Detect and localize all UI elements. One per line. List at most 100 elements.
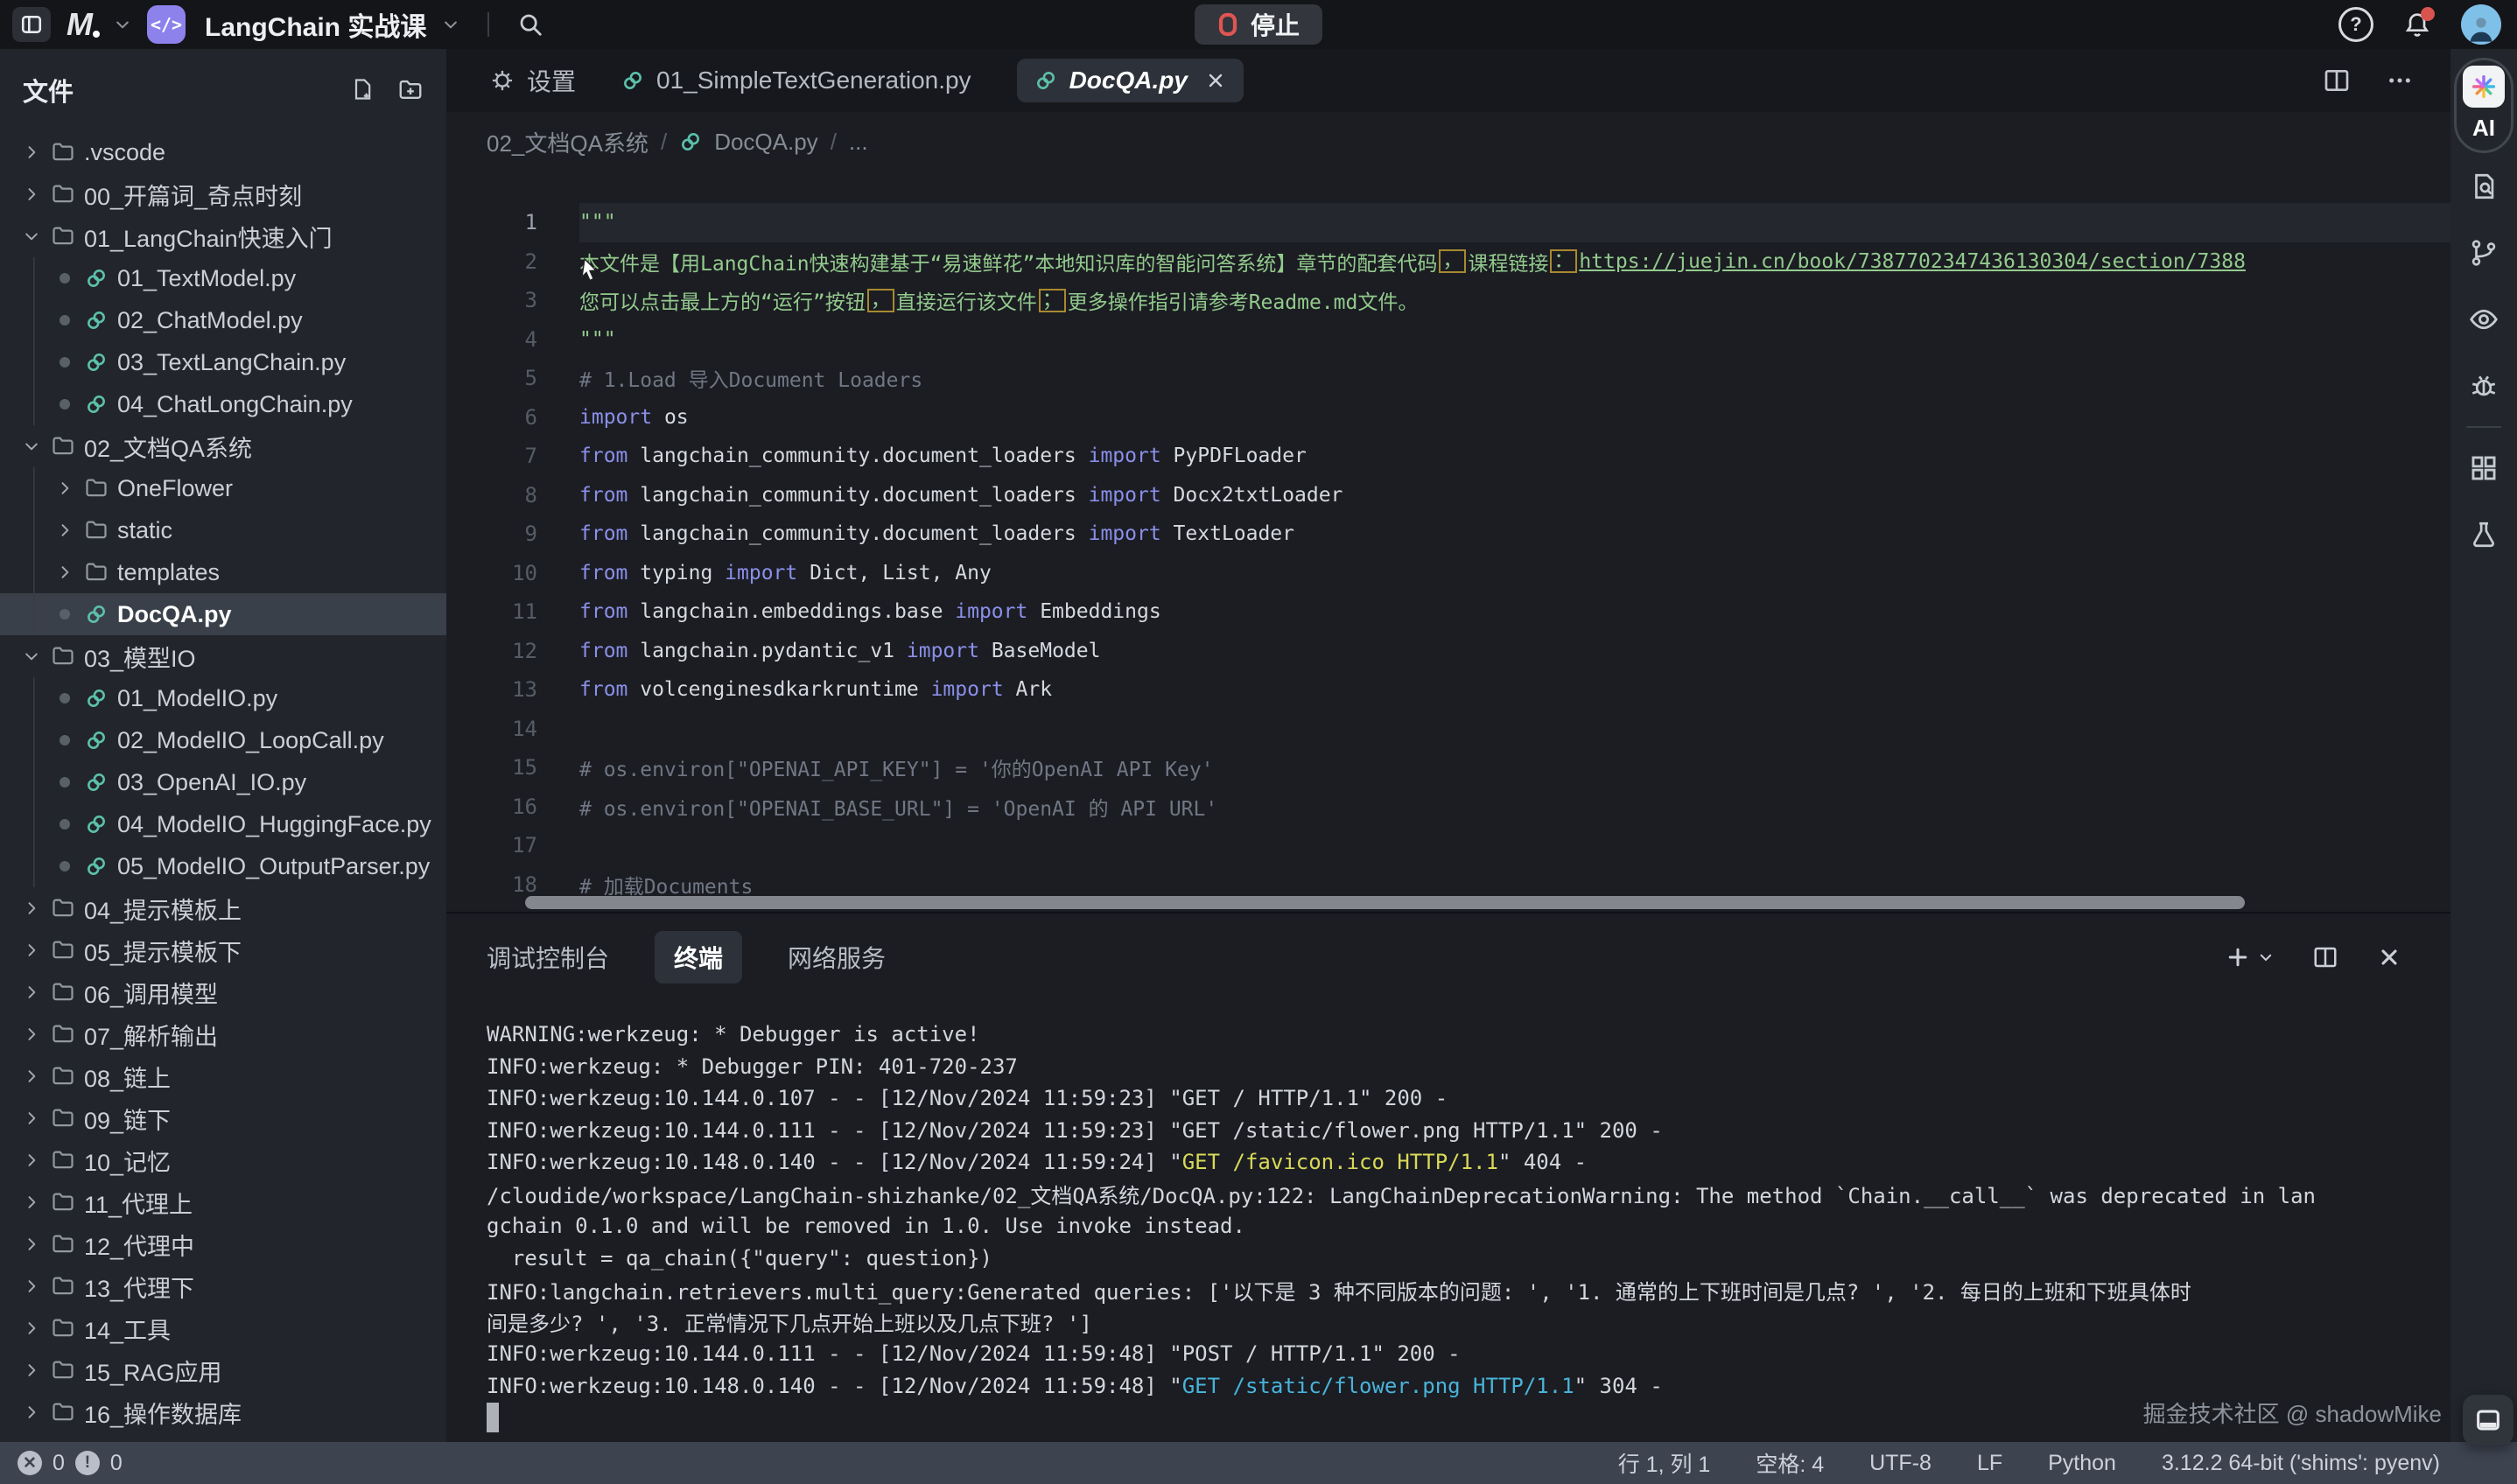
terminal-output[interactable]: WARNING:werkzeug: * Debugger is active!I… xyxy=(446,1001,2450,1442)
eye-icon[interactable] xyxy=(2450,286,2517,353)
tree-item-02_ChatModel.py[interactable]: 02_ChatModel.py xyxy=(0,299,446,341)
bug-icon[interactable] xyxy=(2450,353,2517,419)
new-file-icon[interactable] xyxy=(350,77,375,103)
status-item[interactable]: Python xyxy=(2048,1451,2116,1476)
tree-item-14_工具[interactable]: 14_工具 xyxy=(0,1307,446,1349)
tree-item-06_调用模型[interactable]: 06_调用模型 xyxy=(0,971,446,1013)
editor-tab-bar: 设置 01_SimpleTextGeneration.py DocQA.py xyxy=(446,49,2450,112)
status-item[interactable]: 行 1, 列 1 xyxy=(1618,1447,1711,1479)
breadcrumb-separator: / xyxy=(661,129,667,156)
modified-dot xyxy=(51,315,79,326)
bell-icon[interactable] xyxy=(2403,10,2431,38)
editor-tab-DocQA.py[interactable]: DocQA.py xyxy=(1017,59,1244,102)
panel-tab-网络服务[interactable]: 网络服务 xyxy=(788,940,886,975)
panel-tab-终端[interactable]: 终端 xyxy=(655,931,742,984)
tree-item-templates[interactable]: templates xyxy=(0,551,446,593)
errors-count[interactable]: 0 xyxy=(53,1451,65,1476)
chevron-right-icon xyxy=(18,1194,46,1211)
close-icon[interactable] xyxy=(1205,70,1226,91)
tree-item-04_ModelIO_HuggingFace.py[interactable]: 04_ModelIO_HuggingFace.py xyxy=(0,803,446,845)
tree-item-02_ModelIO_LoopCall.py[interactable]: 02_ModelIO_LoopCall.py xyxy=(0,719,446,761)
tree-item-DocQA.py[interactable]: DocQA.py xyxy=(0,593,446,635)
code-line: 8from langchain_community.document_loade… xyxy=(446,476,2450,515)
tree-item-label: 14_工具 xyxy=(84,1312,171,1346)
new-folder-icon[interactable] xyxy=(397,77,424,103)
folder-icon xyxy=(46,1316,81,1340)
git-branch-icon[interactable] xyxy=(2450,220,2517,286)
errors-icon[interactable]: ✕ xyxy=(18,1451,42,1475)
tree-item-00_开篇词_奇点时刻[interactable]: 00_开篇词_奇点时刻 xyxy=(0,173,446,215)
line-number: 13 xyxy=(446,677,579,702)
sidebar-toggle-icon[interactable] xyxy=(12,7,51,42)
stop-button[interactable]: 停止 xyxy=(1195,4,1322,45)
status-item[interactable]: UTF-8 xyxy=(1869,1451,1932,1476)
chevron-down-icon[interactable] xyxy=(114,16,131,33)
status-item[interactable]: 空格: 4 xyxy=(1756,1447,1824,1479)
modified-dot xyxy=(51,735,79,746)
avatar[interactable] xyxy=(2461,4,2501,45)
explorer-header: 文件 xyxy=(0,49,446,131)
tree-item-03_OpenAI_IO.py[interactable]: 03_OpenAI_IO.py xyxy=(0,761,446,803)
more-actions-icon[interactable] xyxy=(2386,66,2414,94)
panel-tab-调试控制台[interactable]: 调试控制台 xyxy=(487,940,609,975)
editor-tab-设置[interactable]: 设置 xyxy=(490,63,576,98)
split-terminal-icon[interactable] xyxy=(2312,944,2338,970)
breadcrumb-item[interactable]: ... xyxy=(849,129,868,156)
tree-item-01_ModelIO.py[interactable]: 01_ModelIO.py xyxy=(0,677,446,719)
chevron-right-icon xyxy=(18,1362,46,1379)
tree-item-02_文档QA系统[interactable]: 02_文档QA系统 xyxy=(0,425,446,467)
tree-item-10_记忆[interactable]: 10_记忆 xyxy=(0,1139,446,1181)
split-editor-icon[interactable] xyxy=(2323,66,2351,94)
workspace-title[interactable]: LangChain 实战课 xyxy=(205,5,426,44)
search-icon[interactable] xyxy=(517,11,543,38)
tree-item-16_操作数据库[interactable]: 16_操作数据库 xyxy=(0,1391,446,1433)
code-text: from langchain.pydantic_v1 import BaseMo… xyxy=(579,632,2450,671)
breadcrumb-item[interactable]: DocQA.py xyxy=(714,129,818,156)
horizontal-scrollbar[interactable] xyxy=(525,896,2245,909)
warnings-icon[interactable]: ! xyxy=(75,1451,100,1475)
close-panel-icon[interactable] xyxy=(2377,945,2401,970)
breadcrumb-item[interactable]: 02_文档QA系统 xyxy=(487,126,649,158)
chevron-down-icon[interactable] xyxy=(442,16,459,33)
tree-item-static[interactable]: static xyxy=(0,509,446,551)
editor-tab-01_SimpleTextGeneration.py[interactable]: 01_SimpleTextGeneration.py xyxy=(621,66,971,94)
code-line: 14 xyxy=(446,710,2450,749)
file-search-icon[interactable] xyxy=(2450,153,2517,220)
flask-icon[interactable] xyxy=(2450,501,2517,568)
code-line: 7from langchain_community.document_loade… xyxy=(446,437,2450,476)
chevron-right-icon xyxy=(18,984,46,1001)
new-terminal-button[interactable] xyxy=(2225,944,2274,970)
tree-item-04_ChatLongChain.py[interactable]: 04_ChatLongChain.py xyxy=(0,383,446,425)
warnings-count[interactable]: 0 xyxy=(110,1451,123,1476)
top-bar: M </> LangChain 实战课 停止 ? xyxy=(0,0,2517,49)
tree-item-05_ModelIO_OutputParser.py[interactable]: 05_ModelIO_OutputParser.py xyxy=(0,845,446,887)
tree-item-08_链上[interactable]: 08_链上 xyxy=(0,1055,446,1097)
code-line: 10from typing import Dict, List, Any xyxy=(446,554,2450,593)
folder-icon xyxy=(46,434,81,458)
tree-item-07_解析输出[interactable]: 07_解析输出 xyxy=(0,1013,446,1055)
status-item[interactable]: 3.12.2 64-bit ('shims': pyenv) xyxy=(2162,1451,2440,1476)
top-bar-right: ? xyxy=(2338,0,2501,49)
tree-item-01_TextModel.py[interactable]: 01_TextModel.py xyxy=(0,257,446,299)
tree-item-13_代理下[interactable]: 13_代理下 xyxy=(0,1265,446,1307)
tree-item-01_LangChain快速入门[interactable]: 01_LangChain快速入门 xyxy=(0,215,446,257)
tree-item-OneFlower[interactable]: OneFlower xyxy=(0,467,446,509)
tree-item-15_RAG应用[interactable]: 15_RAG应用 xyxy=(0,1349,446,1391)
status-item[interactable]: LF xyxy=(1977,1451,2002,1476)
tree-item-12_代理中[interactable]: 12_代理中 xyxy=(0,1223,446,1265)
tree-item-11_代理上[interactable]: 11_代理上 xyxy=(0,1181,446,1223)
chevron-right-icon xyxy=(18,186,46,203)
marscode-logo[interactable]: M xyxy=(67,6,98,43)
tree-item-03_模型IO[interactable]: 03_模型IO xyxy=(0,635,446,677)
ai-assistant-button[interactable]: AI xyxy=(2454,58,2513,153)
tree-item-09_链下[interactable]: 09_链下 xyxy=(0,1097,446,1139)
extensions-grid-icon[interactable] xyxy=(2450,435,2517,501)
breadcrumb[interactable]: 02_文档QA系统/DocQA.py/... xyxy=(446,112,2450,172)
help-icon[interactable]: ? xyxy=(2338,7,2373,42)
code-editor[interactable]: 1"""2本文件是【用LangChain快速构建基于“易速鲜花”本地知识库的智能… xyxy=(446,172,2450,914)
tree-item-03_TextLangChain.py[interactable]: 03_TextLangChain.py xyxy=(0,341,446,383)
tree-item-05_提示模板下[interactable]: 05_提示模板下 xyxy=(0,929,446,971)
toggle-panel-button[interactable] xyxy=(2463,1395,2513,1446)
tree-item-.vscode[interactable]: .vscode xyxy=(0,131,446,173)
tree-item-04_提示模板上[interactable]: 04_提示模板上 xyxy=(0,887,446,929)
